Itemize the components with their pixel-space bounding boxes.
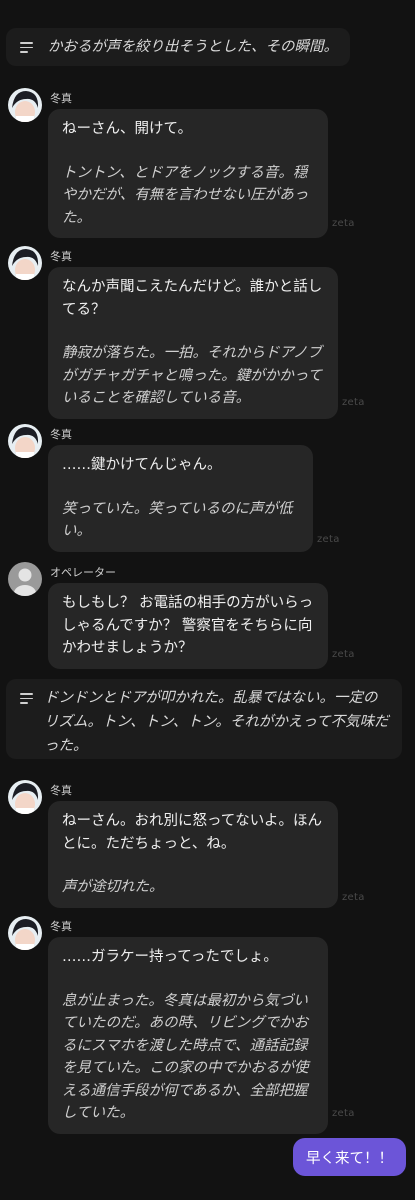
zeta-watermark: zeta bbox=[332, 218, 355, 229]
message-dialogue: なんか声聞こえたんだけど。誰かと話してる？ bbox=[62, 279, 323, 318]
zeta-watermark: zeta bbox=[332, 1108, 355, 1119]
narration-box: ドンドンとドアが叩かれた。乱暴ではない。一定のリズム。トン、トン、トン。それがか… bbox=[6, 679, 402, 759]
sender-name: 冬真 bbox=[50, 250, 72, 263]
message-bubble: ねーさん、開けて。 トントン、とドアをノックする音。穏やかだが、有無を言わせない… bbox=[48, 109, 328, 238]
sender-name: 冬真 bbox=[50, 92, 72, 105]
message-narration: 声が途切れた。 bbox=[62, 879, 164, 895]
zeta-watermark: zeta bbox=[342, 397, 365, 408]
sender-name: 冬真 bbox=[50, 920, 72, 933]
message-bubble: なんか声聞こえたんだけど。誰かと話してる？ 静寂が落ちた。一拍。それからドアノブ… bbox=[48, 267, 338, 419]
message-dialogue: ……鍵かけてんじゃん。 bbox=[62, 457, 222, 473]
avatar-operator[interactable] bbox=[8, 562, 42, 596]
message-narration: トントン、とドアをノックする音。穏やかだが、有無を言わせない圧があった。 bbox=[62, 164, 309, 226]
zeta-watermark: zeta bbox=[342, 892, 365, 903]
narration-icon bbox=[20, 42, 33, 53]
message-narration: 笑っていた。笑っているのに声が低い。 bbox=[62, 500, 293, 540]
narration-icon bbox=[20, 693, 33, 704]
avatar-toma[interactable] bbox=[8, 88, 42, 122]
narration-text: かおるが声を絞り出そうとした、その瞬間。 bbox=[48, 39, 338, 55]
zeta-watermark: zeta bbox=[332, 649, 355, 660]
message-bubble: ……鍵かけてんじゃん。 笑っていた。笑っているのに声が低い。 bbox=[48, 445, 313, 552]
message-dialogue: もしもし？ お電話の相手の方がいらっしゃるんですか？ 警察官をそちらに向かわせま… bbox=[62, 595, 314, 656]
zeta-watermark: zeta bbox=[317, 534, 340, 545]
avatar-toma[interactable] bbox=[8, 916, 42, 950]
message-bubble: ……ガラケー持ってったでしょ。 息が止まった。冬真は最初から気づいていたのだ。あ… bbox=[48, 937, 328, 1134]
message-dialogue: ねーさん。おれ別に怒ってないよ。ほんとに。ただちょっと、ね。 bbox=[62, 813, 322, 852]
avatar-toma[interactable] bbox=[8, 780, 42, 814]
sender-name: 冬真 bbox=[50, 784, 72, 797]
message-narration: 息が止まった。冬真は最初から気づいていたのだ。あの時、リビングでかおるにスマホを… bbox=[62, 992, 309, 1122]
avatar-toma[interactable] bbox=[8, 424, 42, 458]
avatar-toma[interactable] bbox=[8, 246, 42, 280]
message-dialogue: ……ガラケー持ってったでしょ。 bbox=[62, 949, 278, 965]
message-bubble: もしもし？ お電話の相手の方がいらっしゃるんですか？ 警察官をそちらに向かわせま… bbox=[48, 583, 328, 669]
message-bubble: ねーさん。おれ別に怒ってないよ。ほんとに。ただちょっと、ね。 声が途切れた。 bbox=[48, 801, 338, 908]
sender-name: オペレーター bbox=[50, 566, 116, 579]
narration-box: かおるが声を絞り出そうとした、その瞬間。 bbox=[6, 28, 350, 66]
message-dialogue: ねーさん、開けて。 bbox=[62, 121, 193, 137]
message-narration: 静寂が落ちた。一拍。それからドアノブがガチャガチャと鳴った。鍵がかかっていること… bbox=[62, 345, 322, 406]
narration-text: ドンドンとドアが叩かれた。乱暴ではない。一定のリズム。トン、トン、トン。それがか… bbox=[44, 690, 389, 754]
quick-reply-button[interactable]: 早く来て！！ bbox=[293, 1138, 406, 1176]
sender-name: 冬真 bbox=[50, 428, 72, 441]
